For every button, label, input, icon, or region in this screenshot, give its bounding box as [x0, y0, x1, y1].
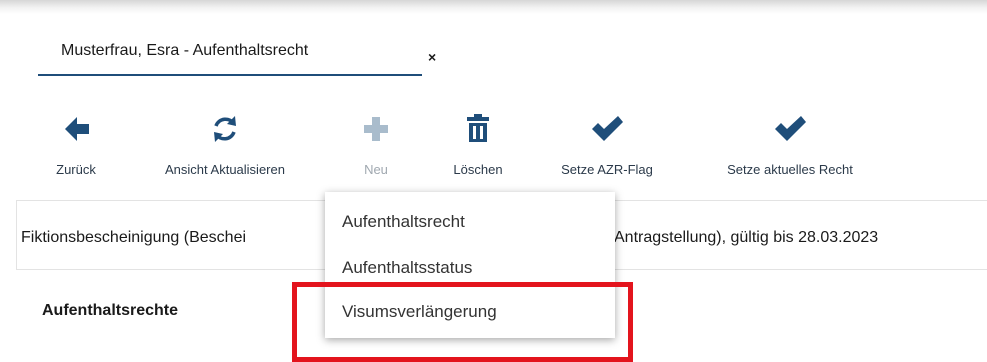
checkmark-icon [775, 116, 806, 141]
tab-aufenthaltsrecht[interactable]: Musterfrau, Esra - Aufenthaltsrecht [38, 34, 422, 76]
section-title: Aufenthaltsrechte [42, 302, 179, 319]
new-button[interactable]: Neu [346, 112, 406, 182]
tab-title: Musterfrau, Esra - Aufenthaltsrecht [61, 42, 309, 59]
new-label: Neu [364, 162, 388, 177]
highlight-box [292, 282, 633, 362]
set-azr-flag-button[interactable]: Setze AZR-Flag [540, 112, 674, 182]
arrow-left-icon [65, 117, 89, 141]
back-label: Zurück [56, 162, 96, 177]
back-button[interactable]: Zurück [38, 112, 114, 182]
refresh-view-button[interactable]: Ansicht Aktualisieren [132, 112, 318, 182]
status-text-right: Antragstellung), gültig bis 28.03.2023 [614, 229, 879, 246]
delete-label: Löschen [453, 162, 503, 177]
refresh-view-label: Ansicht Aktualisieren [165, 162, 285, 177]
plus-icon [364, 117, 388, 141]
trash-icon [467, 114, 489, 142]
set-azr-flag-label: Setze AZR-Flag [561, 162, 653, 177]
tab-close-button[interactable]: × [428, 50, 436, 64]
menu-item-aufenthaltsstatus[interactable]: Aufenthaltsstatus [342, 258, 472, 278]
delete-button[interactable]: Löschen [436, 112, 520, 182]
menu-item-aufenthaltsrecht[interactable]: Aufenthaltsrecht [342, 212, 465, 232]
checkmark-icon [592, 116, 623, 141]
top-bar [0, 0, 987, 14]
set-current-right-label: Setze aktuelles Recht [727, 162, 853, 177]
set-current-right-button[interactable]: Setze aktuelles Recht [700, 112, 880, 182]
status-text-left: Fiktionsbescheinigung (Beschei [21, 229, 247, 246]
refresh-icon [214, 116, 236, 142]
